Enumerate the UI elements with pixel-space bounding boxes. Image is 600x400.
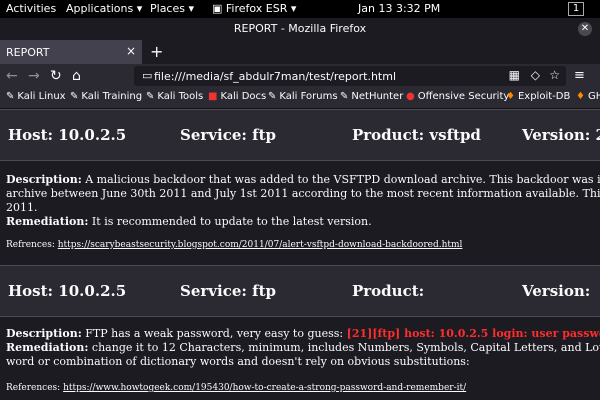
bookmark-kali-forums[interactable]: ✎ Kali Forums: [268, 91, 338, 102]
bookmark-offensive-security[interactable]: ● Offensive Security: [406, 91, 509, 102]
description-label: Description:: [6, 173, 82, 186]
bookmark-gh[interactable]: ♦ GH: [576, 91, 600, 102]
finding-service: Service: ftp: [180, 282, 276, 300]
forward-button[interactable]: →: [28, 68, 40, 84]
new-tab-button[interactable]: +: [150, 42, 163, 61]
credential-finding: [21][ftp] host: 10.0.2.5 login: user pas…: [346, 327, 600, 340]
remediation-label: Remediation:: [6, 215, 89, 228]
firefox-icon: ▣: [212, 2, 223, 15]
bookmark-kali-training[interactable]: ✎ Kali Training: [70, 91, 142, 102]
bookmark-kali-linux[interactable]: ✎ Kali Linux: [6, 91, 66, 102]
bookmark-nethunter[interactable]: ✎ NetHunter: [340, 91, 403, 102]
tab-report[interactable]: REPORT ×: [0, 40, 142, 64]
remediation-label: Remediation:: [6, 341, 89, 354]
finding-version: Version: 2.3: [522, 126, 600, 144]
bookmark-icon: ●: [406, 91, 415, 102]
close-tab-icon[interactable]: ×: [126, 44, 136, 58]
reference-link[interactable]: https://www.howtogeek.com/195430/how-to-…: [63, 383, 466, 393]
bookmark-icon: ✎: [70, 91, 79, 102]
reader-view-icon[interactable]: ▦: [509, 68, 520, 82]
finding-host: Host: 10.0.2.5: [8, 282, 127, 300]
url-text[interactable]: file:///media/sf_abdulr7man/test/report.…: [154, 70, 396, 83]
tab-strip: REPORT × +: [0, 40, 600, 64]
bookmark-star-icon[interactable]: ☆: [549, 68, 560, 82]
finding-header: Host: 10.0.2.5 Service: ftp Product: Ver…: [0, 265, 600, 317]
close-window-icon[interactable]: ✕: [578, 22, 592, 36]
workspace-indicator[interactable]: 1: [568, 2, 584, 16]
bookmark-icon: ✎: [146, 91, 155, 102]
tab-label: REPORT: [6, 46, 50, 59]
bookmark-kali-docs[interactable]: ■ Kali Docs: [208, 91, 266, 102]
applications-menu[interactable]: Applications ▾: [66, 2, 142, 15]
home-button[interactable]: ⌂: [72, 68, 81, 84]
bookmarks-toolbar: ✎ Kali Linux ✎ Kali Training ✎ Kali Tools ■…: [0, 88, 600, 109]
menu-icon[interactable]: ≡: [574, 68, 585, 84]
activities-button[interactable]: Activities: [6, 2, 56, 15]
bookmark-exploit-db[interactable]: ♦ Exploit-DB: [506, 91, 570, 102]
places-menu[interactable]: Places ▾: [150, 2, 194, 15]
finding-description: Description: A malicious backdoor that w…: [6, 173, 600, 228]
finding-host: Host: 10.0.2.5: [8, 126, 127, 144]
report-content: Host: 10.0.2.5 Service: ftp Product: vsf…: [0, 109, 600, 400]
gnome-top-bar: Activities Applications ▾ Places ▾ ▣ Fir…: [0, 0, 600, 18]
back-button[interactable]: ←: [6, 68, 18, 84]
bookmark-icon: ♦: [506, 91, 515, 102]
bookmark-icon: ♦: [576, 91, 585, 102]
finding-product: Product:: [352, 282, 425, 300]
bookmark-icon: ■: [208, 91, 218, 102]
bookmark-icon: ✎: [340, 91, 349, 102]
finding-description: Description: FTP has a weak password, ve…: [6, 327, 600, 369]
finding-references: References: https://www.howtogeek.com/19…: [6, 383, 467, 393]
bookmark-icon: ✎: [268, 91, 277, 102]
pocket-icon[interactable]: ◇: [531, 68, 540, 82]
url-bar[interactable]: ▭ file:///media/sf_abdulr7man/test/repor…: [134, 66, 566, 86]
reload-button[interactable]: ↻: [50, 68, 62, 84]
finding-version: Version:: [522, 282, 591, 300]
bookmark-kali-tools[interactable]: ✎ Kali Tools: [146, 91, 203, 102]
navigation-toolbar: ← → ↻ ⌂ ▭ file:///media/sf_abdulr7man/te…: [0, 64, 600, 88]
finding-service: Service: ftp: [180, 126, 276, 144]
firefox-app-menu[interactable]: ▣ Firefox ESR ▾: [212, 2, 296, 15]
bookmark-icon: ✎: [6, 91, 15, 102]
description-label: Description:: [6, 327, 82, 340]
finding-product: Product: vsftpd: [352, 126, 481, 144]
reference-link[interactable]: https://scarybeastsecurity.blogspot.com/…: [58, 240, 463, 250]
window-title: REPORT - Mozilla Firefox: [233, 22, 367, 35]
page-icon: ▭: [142, 69, 153, 82]
finding-header: Host: 10.0.2.5 Service: ftp Product: vsf…: [0, 109, 600, 161]
window-titlebar: REPORT - Mozilla Firefox ✕: [0, 18, 600, 40]
clock[interactable]: Jan 13 3:32 PM: [358, 2, 440, 15]
finding-references: Refrences: https://scarybeastsecurity.bl…: [6, 240, 463, 250]
